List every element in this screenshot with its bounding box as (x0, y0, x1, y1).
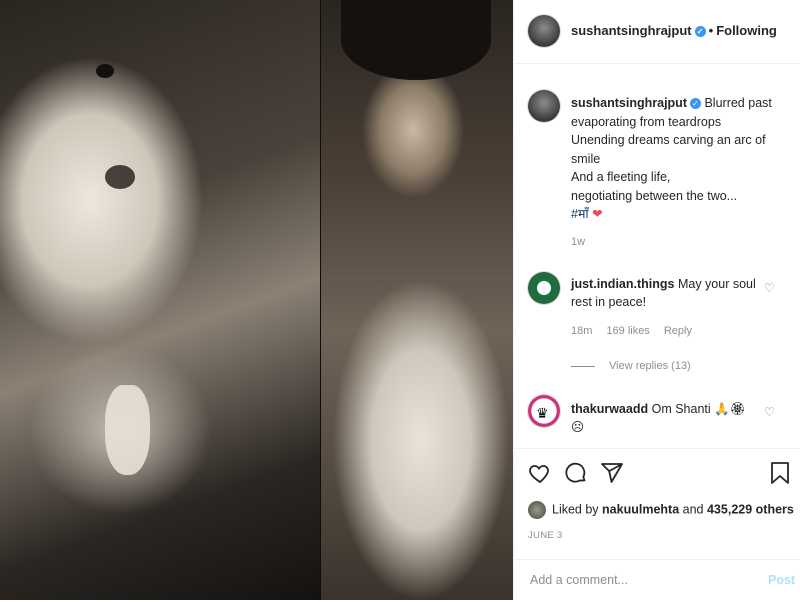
liker-avatar[interactable] (528, 501, 546, 519)
caption-line: negotiating between the two... (571, 188, 738, 203)
bookmark-icon[interactable] (770, 461, 790, 491)
commenter-username[interactable]: just.indian.things (571, 277, 674, 291)
verified-icon: ✓ (694, 26, 706, 37)
separator-dot: • (708, 23, 714, 38)
comment-meta: 18m 169 likes Reply (571, 325, 706, 337)
caption-line: smile (571, 151, 601, 166)
caption-line: And a fleeting life, (571, 170, 671, 184)
caption-age: 1w (571, 236, 586, 248)
following-button[interactable]: Following (716, 23, 777, 38)
comment-like-icon[interactable]: ♡ (764, 281, 775, 295)
post-comment-button[interactable]: Post (768, 573, 795, 587)
post-side-panel: sushantsinghrajput ✓ • Following sushantsin… (513, 0, 800, 600)
caption-line: evaporating from teardrops (571, 114, 722, 129)
caption-username[interactable]: sushantsinghrajput (571, 96, 687, 110)
comment-likes[interactable]: 169 likes (606, 325, 649, 337)
caption-line: Unending dreams carving an arc of (571, 133, 766, 147)
liker-username[interactable]: nakuulmehta (602, 502, 679, 516)
bindi (96, 64, 114, 78)
comment-icon[interactable] (564, 461, 588, 491)
comment-input[interactable] (528, 572, 752, 588)
caption-line: Blurred past (704, 96, 772, 110)
comment-text: thakurwaadd Om Shanti 🙏🏵 ☹ (571, 400, 767, 436)
caption-text: sushantsinghrajput ✓ Blurred past evapora… (571, 94, 787, 224)
comment-age: 18m (571, 325, 593, 337)
heart-icon[interactable] (528, 461, 552, 491)
post-image-left-half (0, 0, 321, 600)
post-image-right-half (321, 0, 513, 600)
crown-icon: ♛ (536, 405, 549, 421)
post-header: sushantsinghrajput ✓ • Following (514, 0, 800, 64)
comment-emoji: ☹ (571, 420, 585, 434)
likes-middle: and (682, 502, 704, 517)
comment-like-icon[interactable]: ♡ (764, 405, 775, 419)
likes-summary: Liked by nakuulmehta and 435,229 others (528, 501, 794, 519)
red-heart-emoji: ❤ (592, 207, 603, 221)
share-icon[interactable] (600, 461, 624, 491)
replies-line (571, 365, 595, 367)
post-image[interactable] (0, 0, 513, 600)
caption-avatar[interactable] (528, 90, 560, 122)
comment-body: Om Shanti 🙏🏵 (651, 402, 746, 416)
author-username[interactable]: sushantsinghrajput (571, 23, 692, 38)
likes-prefix: Liked by (552, 502, 599, 517)
hair-shadow (341, 0, 491, 80)
post-date: JUNE 3 (528, 530, 563, 541)
reply-button[interactable]: Reply (664, 325, 692, 337)
author-avatar[interactable] (528, 15, 560, 47)
view-replies-label: View replies (13) (609, 360, 691, 372)
commenter-username[interactable]: thakurwaadd (571, 402, 648, 416)
author-line: sushantsinghrajput ✓ • Following (571, 23, 777, 38)
caption-hashtag[interactable]: #माँ (571, 207, 589, 221)
commenter-avatar[interactable] (528, 272, 560, 304)
post-actions: Liked by nakuulmehta and 435,229 others … (514, 448, 800, 601)
view-replies-button[interactable]: View replies (13) (571, 360, 691, 372)
comment-text: just.indian.things May your soul rest in… (571, 275, 767, 311)
eye-shadow (105, 165, 135, 189)
likes-count[interactable]: 435,229 others (707, 502, 794, 516)
verified-icon: ✓ (689, 98, 701, 109)
add-comment-bar: Post (514, 559, 800, 602)
ear-highlight (105, 385, 150, 475)
